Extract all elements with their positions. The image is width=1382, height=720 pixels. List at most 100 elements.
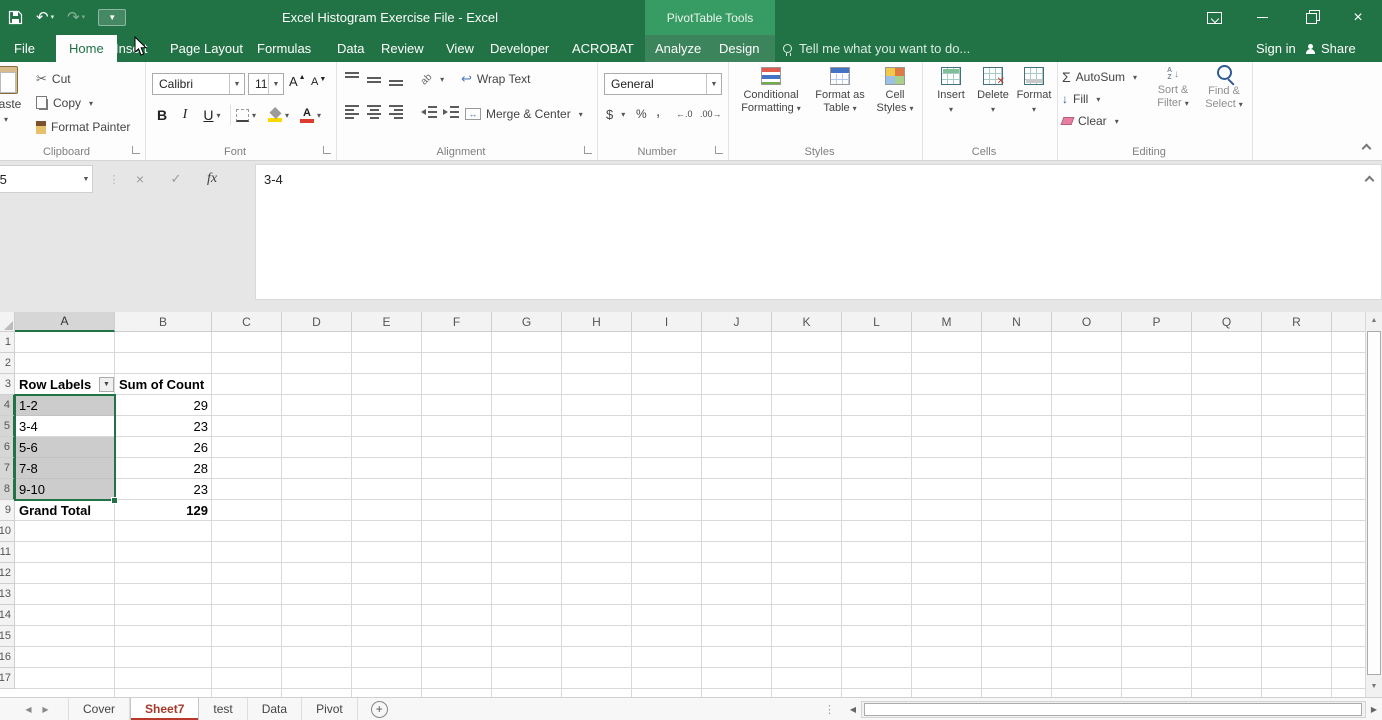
tabbar-resize-handle[interactable]: ⋮ [824,703,835,716]
insert-cells-caret-icon[interactable]: ▾ [949,103,953,116]
tab-home[interactable]: Home [56,35,117,62]
number-dialog-launcher[interactable] [715,146,723,154]
hscroll-left-button[interactable]: ◀ [845,698,861,720]
row-header-4[interactable]: 4 [0,395,15,416]
cell-B3[interactable]: Sum of Count [115,374,212,395]
align-left-button[interactable] [345,105,359,119]
save-button[interactable] [8,10,23,25]
orientation-button[interactable]: ab [419,68,444,90]
comma-style-button[interactable]: , [656,100,660,122]
col-header-I[interactable]: I [632,312,702,332]
ribbon-display-options-button[interactable] [1190,0,1238,35]
cell-B9[interactable]: 129 [115,500,212,521]
cell-A4[interactable]: 1-2 [15,395,115,416]
vertical-scrollbar-thumb[interactable] [1367,331,1381,675]
row-header-8[interactable]: 8 [0,479,15,500]
clipboard-dialog-launcher[interactable] [132,146,140,154]
tab-developer[interactable]: Developer [490,35,549,62]
close-button[interactable]: × [1334,0,1382,35]
fill-handle[interactable] [111,497,118,504]
cell-B5[interactable]: 23 [115,416,212,437]
decrease-font-button[interactable]: A ▼ [311,76,326,88]
font-dialog-launcher[interactable] [323,146,331,154]
sheet-tab-data[interactable]: Data [248,698,303,720]
fill-color-button[interactable] [268,103,289,127]
cell-A7[interactable]: 7-8 [15,458,115,479]
middle-align-button[interactable] [367,72,381,86]
alignment-dialog-launcher[interactable] [584,146,592,154]
row-header-13[interactable]: 13 [0,584,15,605]
cell-B6[interactable]: 26 [115,437,212,458]
row-header-12[interactable]: 12 [0,563,15,584]
col-header-L[interactable]: L [842,312,912,332]
increase-decimal-button[interactable]: ←.0 [676,103,693,125]
cell-A8[interactable]: 9-10 [15,479,115,500]
font-size-combo[interactable]: 11 [248,73,284,95]
number-format-combo[interactable]: General [604,73,722,95]
cell-A9[interactable]: Grand Total [15,500,115,521]
sheet-tab-test[interactable]: test [199,698,248,720]
insert-function-button[interactable]: fx [194,171,230,187]
align-center-button[interactable] [367,105,381,119]
italic-button[interactable]: I [176,103,194,127]
tab-analyze[interactable]: Analyze [655,35,701,62]
align-right-button[interactable] [389,105,403,119]
row-header-7[interactable]: 7 [0,458,15,479]
paste-caret-icon[interactable]: ▾ [4,115,8,124]
scroll-up-button[interactable]: ▲ [1366,312,1382,329]
bold-button[interactable]: B [152,103,172,127]
row-header-9[interactable]: 9 [0,500,15,521]
increase-indent-button[interactable] [443,105,459,119]
conditional-formatting-button[interactable]: Conditional Formatting [733,67,809,115]
tab-insert[interactable]: Insert [115,35,148,62]
find-select-button[interactable]: Find & Select [1198,65,1250,111]
format-as-table-button[interactable]: Format as Table [811,67,869,115]
format-cells-button[interactable]: Format ▾ [1013,67,1055,116]
row-header-17[interactable]: 17 [0,668,15,689]
col-header-K[interactable]: K [772,312,842,332]
row-header-10[interactable]: 10 [0,521,15,542]
tab-page-layout[interactable]: Page Layout [170,35,243,62]
wrap-text-button[interactable]: ↩ Wrap Text [461,68,530,90]
font-name-caret-icon[interactable] [229,74,244,94]
scroll-down-button[interactable]: ▼ [1366,678,1382,695]
insert-cells-button[interactable]: Insert ▾ [931,67,971,116]
row-header-3[interactable]: 3 [0,374,15,395]
hscroll-right-button[interactable]: ▶ [1366,698,1382,720]
col-header-M[interactable]: M [912,312,982,332]
paste-button[interactable]: Paste ▾ [0,66,34,124]
sheet-nav-left-icon[interactable]: ◀ [20,698,37,720]
sheet-nav-right-icon[interactable]: ▶ [37,698,54,720]
cancel-entry-button[interactable]: × [122,171,158,187]
top-align-button[interactable] [345,72,359,86]
bottom-align-button[interactable] [389,72,403,86]
formula-input[interactable]: 3-4 [255,164,1382,300]
font-name-combo[interactable]: Calibri [152,73,245,95]
col-header-D[interactable]: D [282,312,352,332]
fill-button[interactable]: ↓ Fill [1062,88,1100,110]
row-header-6[interactable]: 6 [0,437,15,458]
merge-center-button[interactable]: Merge & Center [465,103,583,125]
row-header-5[interactable]: 5 [0,416,15,437]
col-header-R[interactable]: R [1262,312,1332,332]
share-button[interactable]: Share [1306,35,1356,62]
name-box-caret-icon[interactable]: ▼ [78,165,94,193]
cell-B8[interactable]: 23 [115,479,212,500]
select-all-corner[interactable] [0,312,15,332]
font-size-caret-icon[interactable] [268,74,283,94]
row-header-14[interactable]: 14 [0,605,15,626]
cell-B4[interactable]: 29 [115,395,212,416]
row-header-2[interactable]: 2 [0,353,15,374]
row-header-15[interactable]: 15 [0,626,15,647]
col-header-O[interactable]: O [1052,312,1122,332]
redo-button[interactable]: ↷ ▾ [67,10,85,25]
cell-A6[interactable]: 5-6 [15,437,115,458]
delete-cells-caret-icon[interactable]: ▾ [991,103,995,116]
cell-B7[interactable]: 28 [115,458,212,479]
cell-styles-button[interactable]: Cell Styles [871,67,919,115]
underline-button[interactable]: U [198,103,226,127]
decrease-indent-button[interactable] [421,105,437,119]
tab-review[interactable]: Review [381,35,424,62]
horizontal-scrollbar-thumb[interactable] [864,702,1362,716]
minimize-button[interactable] [1238,0,1286,35]
